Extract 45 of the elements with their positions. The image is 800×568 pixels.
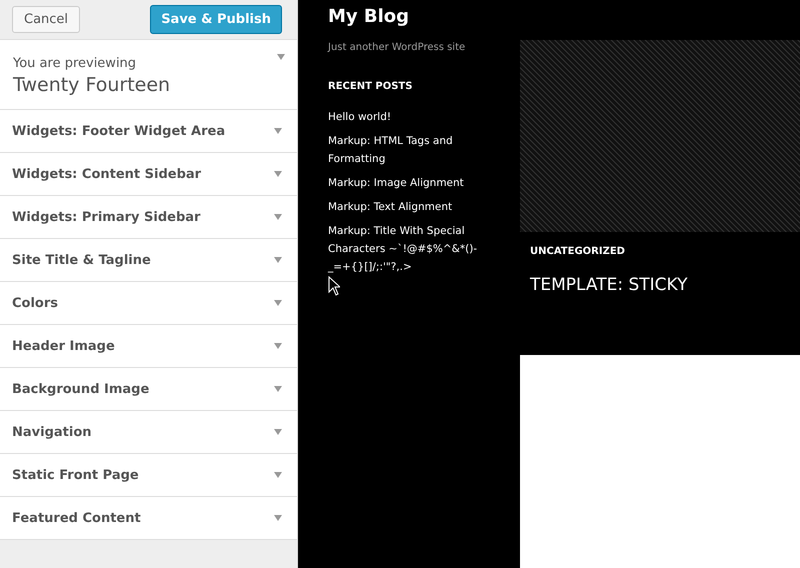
section-label: Widgets: Footer Widget Area [12, 122, 226, 141]
caret-icon [274, 515, 282, 522]
section-header[interactable]: Widgets: Primary Sidebar [0, 196, 297, 240]
previewing-label: You are previewing [13, 55, 138, 73]
section-label: Navigation [12, 424, 92, 442]
section-label: Site Title & Tagline [12, 252, 151, 270]
section-header[interactable]: Featured Content [0, 497, 297, 540]
section-header[interactable]: Widgets: Footer Widget Area [0, 110, 297, 154]
caret-icon [274, 257, 282, 264]
post-link[interactable]: Hello world! [328, 108, 493, 126]
cursor-icon [328, 276, 340, 296]
theme-name: Twenty Fourteen [13, 74, 170, 96]
section-label: Colors [12, 294, 58, 313]
caret-icon [274, 386, 282, 392]
site-title[interactable]: My Blog [328, 6, 520, 28]
post-title[interactable]: TEMPLATE: STICKY [530, 273, 790, 298]
section-label: Background Image [12, 380, 150, 399]
post-category[interactable]: UNCATEGORIZED [530, 244, 790, 259]
caret-icon [277, 54, 285, 60]
section-label: Header Image [12, 338, 115, 356]
section-header[interactable]: Background Image [0, 368, 297, 412]
cancel-button[interactable]: Cancel [12, 6, 80, 34]
caret-icon [274, 343, 282, 350]
caret-icon [274, 472, 282, 478]
caret-icon [274, 429, 282, 436]
section-header[interactable]: Colors [0, 282, 297, 326]
section-label: Featured Content [12, 510, 141, 528]
post-link[interactable]: Markup: Image Alignment [328, 174, 493, 192]
post-link[interactable]: Markup: Text Alignment [328, 198, 493, 216]
section-label: Widgets: Content Sidebar [12, 166, 202, 184]
section-header[interactable]: Widgets: Content Sidebar [0, 153, 297, 196]
section-label: Widgets: Primary Sidebar [12, 208, 200, 227]
post-link[interactable]: Markup: HTML Tags and Formatting [328, 132, 493, 168]
section-header[interactable]: Static Front Page [0, 454, 297, 498]
caret-icon [274, 300, 282, 306]
post-link[interactable]: Markup: Title With Special Characters ~`!@#$%^&*()-_=+{}[]/;:'"?,.> [328, 222, 493, 276]
section-label: Static Front Page [12, 466, 139, 485]
caret-icon [274, 171, 282, 178]
section-header[interactable]: Site Title & Tagline [0, 239, 297, 282]
section-header[interactable]: Header Image [0, 325, 297, 368]
widget-title: RECENT POSTS [328, 80, 414, 94]
site-tagline: Just another WordPress site [328, 40, 466, 55]
caret-icon [274, 214, 282, 220]
section-header[interactable]: Navigation [0, 411, 297, 454]
caret-icon [274, 128, 282, 134]
